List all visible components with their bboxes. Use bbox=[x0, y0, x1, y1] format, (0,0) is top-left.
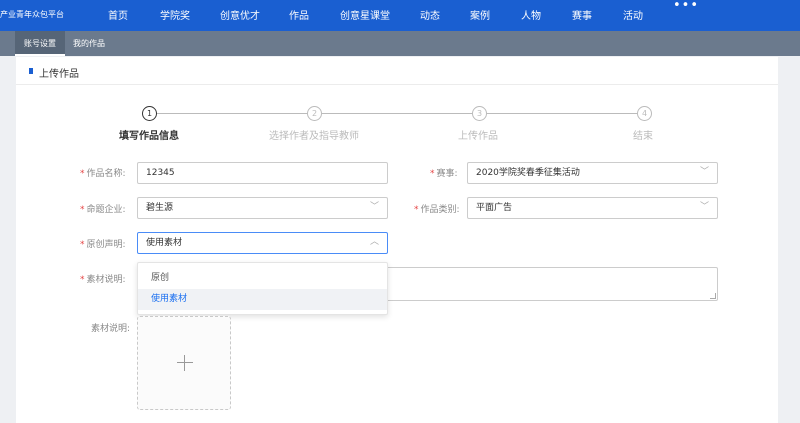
step-3-number: 3 bbox=[472, 106, 487, 121]
originality-select[interactable]: 使用素材 ︿ bbox=[137, 232, 388, 254]
nav-item-academy-award[interactable]: 学院奖 bbox=[160, 7, 190, 22]
step-2-label: 选择作者及指导教师 bbox=[269, 131, 359, 142]
nav-item-people[interactable]: 人物 bbox=[521, 7, 541, 22]
brand-name[interactable]: 产业青年众包平台 bbox=[0, 9, 64, 20]
chevron-down-icon: ﹀ bbox=[699, 167, 709, 177]
chevron-down-icon: ﹀ bbox=[369, 202, 379, 212]
step-2-number: 2 bbox=[307, 106, 322, 121]
step-1-number: 1 bbox=[142, 106, 157, 121]
step-1-label: 填写作品信息 bbox=[119, 131, 179, 142]
company-select[interactable]: 碧生源 ﹀ bbox=[137, 197, 388, 219]
top-navbar: 产业青年众包平台 首页 学院奖 创意优才 作品 创意星课堂 动态 案例 人物 赛… bbox=[0, 0, 800, 31]
nav-item-creative-class[interactable]: 创意星课堂 bbox=[340, 7, 390, 22]
originality-value: 使用素材 bbox=[146, 238, 183, 248]
tab-my-works[interactable]: 我的作品 bbox=[73, 31, 105, 56]
step-3-label: 上传作品 bbox=[458, 131, 498, 142]
plus-icon bbox=[177, 355, 193, 371]
chevron-down-icon: ﹀ bbox=[699, 202, 709, 212]
step-4-number: 4 bbox=[637, 106, 652, 121]
tab-account-settings[interactable]: 账号设置 bbox=[15, 31, 65, 56]
step-connector bbox=[157, 113, 307, 114]
competition-select[interactable]: 2020学院奖春季征集活动 ﹀ bbox=[467, 162, 718, 184]
step-connector bbox=[322, 113, 472, 114]
chevron-up-icon: ︿ bbox=[369, 237, 379, 247]
dropdown-option-original[interactable]: 原创 bbox=[138, 268, 387, 289]
nav-item-news[interactable]: 动态 bbox=[420, 7, 440, 22]
company-value: 碧生源 bbox=[146, 203, 174, 213]
category-value: 平面广告 bbox=[476, 203, 513, 213]
more-icon[interactable]: ••• bbox=[673, 0, 699, 12]
nav-item-cases[interactable]: 案例 bbox=[470, 7, 490, 22]
nav-item-competitions[interactable]: 赛事 bbox=[572, 7, 592, 22]
nav-item-creative-talent[interactable]: 创意优才 bbox=[220, 7, 260, 22]
upload-card: 上传作品 1 2 3 4 填写作品信息 选择作者及指导教师 上传作品 结束 * 作… bbox=[16, 57, 778, 423]
category-select[interactable]: 平面广告 ﹀ bbox=[467, 197, 718, 219]
originality-label: * 原创声明: bbox=[80, 240, 126, 250]
nav-item-home[interactable]: 首页 bbox=[108, 7, 128, 22]
competition-value: 2020学院奖春季征集活动 bbox=[476, 168, 580, 178]
nav-item-works[interactable]: 作品 bbox=[289, 7, 309, 22]
resize-handle-icon[interactable] bbox=[710, 293, 716, 299]
material-upload-label: 素材说明: bbox=[91, 324, 131, 334]
dropdown-option-use-material[interactable]: 使用素材 bbox=[138, 289, 387, 310]
material-upload-button[interactable] bbox=[137, 316, 231, 410]
work-name-label: * 作品名称: bbox=[80, 169, 126, 179]
category-label: * 作品类别: bbox=[414, 205, 460, 215]
competition-label: * 赛事: bbox=[430, 169, 458, 179]
page-title: 上传作品 bbox=[39, 69, 79, 80]
nav-item-activities[interactable]: 活动 bbox=[623, 7, 643, 22]
originality-dropdown: 原创 使用素材 bbox=[137, 262, 388, 315]
sub-navbar: 账号设置 我的作品 bbox=[0, 31, 800, 56]
title-marker bbox=[29, 68, 33, 74]
step-4-label: 结束 bbox=[633, 131, 653, 142]
work-name-input[interactable]: 12345 bbox=[137, 162, 388, 184]
step-connector bbox=[487, 113, 637, 114]
material-desc-label: * 素材说明: bbox=[80, 275, 126, 285]
company-label: * 命题企业: bbox=[80, 205, 126, 215]
card-header: 上传作品 bbox=[16, 57, 778, 85]
